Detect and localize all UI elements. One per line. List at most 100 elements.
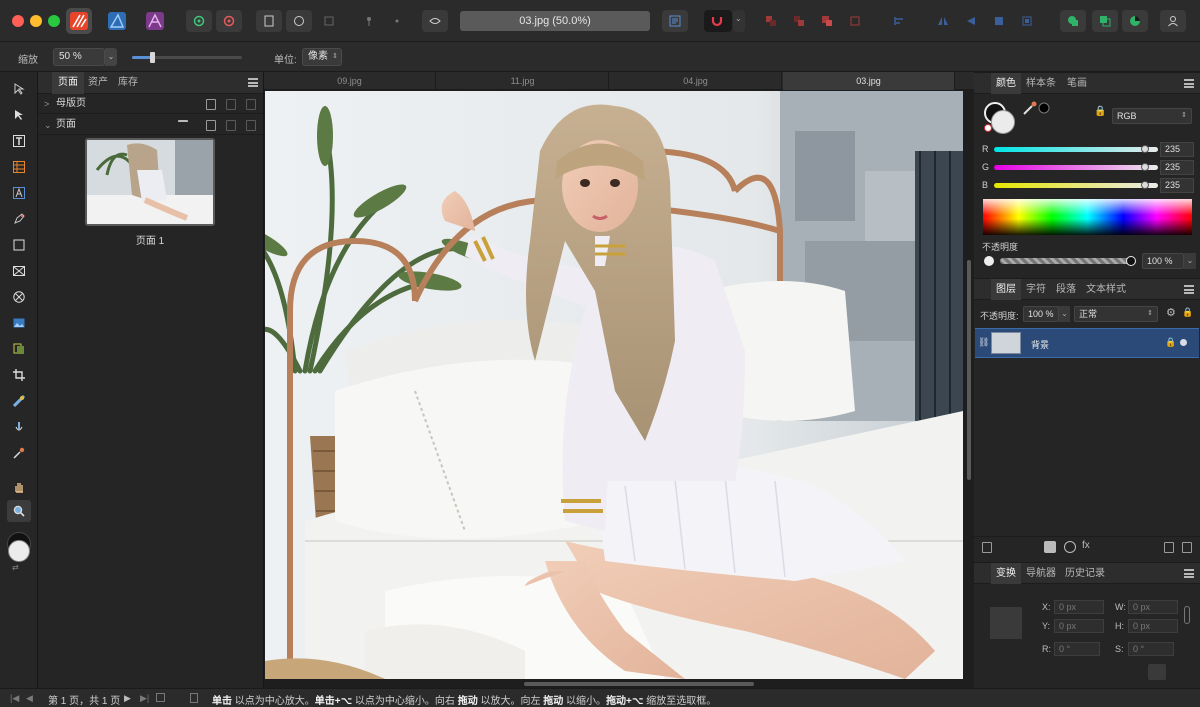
layers-options-icon[interactable] xyxy=(982,542,992,553)
channel-g-slider[interactable] xyxy=(994,165,1158,170)
channel-b-slider[interactable] xyxy=(994,183,1158,188)
lock-icon[interactable]: 🔒 xyxy=(1094,106,1106,117)
horizontal-scrollbar[interactable] xyxy=(524,682,754,686)
align-top-icon[interactable] xyxy=(178,120,188,131)
photo-canvas[interactable] xyxy=(265,91,963,679)
zoom-slider-knob[interactable] xyxy=(149,52,155,63)
tab-stroke[interactable]: 笔画 xyxy=(1062,73,1092,94)
node-tool[interactable] xyxy=(7,104,31,126)
zoom-slider[interactable] xyxy=(132,52,242,63)
tab-text-styles[interactable]: 文本样式 xyxy=(1081,279,1131,300)
tab-layers[interactable]: 图层 xyxy=(991,279,1021,300)
tab-assets[interactable]: 资产 xyxy=(82,72,114,94)
move-tool[interactable] xyxy=(7,78,31,100)
arrange-front-button[interactable] xyxy=(842,10,868,32)
frame-button[interactable] xyxy=(286,10,312,32)
page-view-icon[interactable] xyxy=(156,693,165,702)
boolean-subtract-button[interactable] xyxy=(1092,10,1118,32)
account-button[interactable] xyxy=(1160,10,1186,32)
trash-icon[interactable] xyxy=(246,99,256,110)
table-tool[interactable] xyxy=(7,156,31,178)
adjustment-icon[interactable] xyxy=(1064,541,1076,553)
text-frame-button[interactable] xyxy=(662,10,688,32)
doc-tab-04[interactable]: 04.jpg xyxy=(610,72,782,90)
channel-b-value[interactable]: 235 xyxy=(1160,178,1194,193)
arrange-back-button[interactable] xyxy=(758,10,784,32)
x-field[interactable]: 0 px xyxy=(1054,600,1104,614)
tab-pages[interactable]: 页面 xyxy=(52,72,84,94)
channel-r-slider[interactable] xyxy=(994,147,1158,152)
settings-gear-button[interactable] xyxy=(186,10,212,32)
flip-vertical-button[interactable] xyxy=(958,10,984,32)
arrange-forward-button[interactable] xyxy=(814,10,840,32)
color-opacity-field[interactable]: 100 % xyxy=(1142,253,1184,269)
tab-swatches[interactable]: 样本条 xyxy=(1021,73,1061,94)
add-master-icon[interactable] xyxy=(206,99,216,110)
vertical-scrollbar[interactable] xyxy=(967,260,971,480)
fx-icon[interactable]: fx xyxy=(1082,540,1090,551)
chevron-down-icon[interactable]: ⌄ xyxy=(44,115,52,135)
square-button[interactable] xyxy=(316,10,342,32)
panel-menu-icon[interactable] xyxy=(1184,79,1194,88)
place-image-tool[interactable] xyxy=(7,312,31,334)
eyedropper-icon[interactable] xyxy=(1022,100,1052,116)
tab-paragraph[interactable]: 段落 xyxy=(1051,279,1081,300)
blend-mode-select[interactable]: 正常 ⇕ xyxy=(1074,306,1158,322)
tab-stock[interactable]: 库存 xyxy=(112,72,144,94)
anchor-selector[interactable] xyxy=(990,607,1022,639)
shear-field[interactable]: 0 ° xyxy=(1128,642,1174,656)
chevron-down-icon[interactable]: ⌄ xyxy=(1184,253,1196,269)
fill-color-well[interactable] xyxy=(991,110,1015,134)
window-minimize-button[interactable] xyxy=(30,15,42,27)
layer-opacity-field[interactable]: 100 % xyxy=(1023,306,1059,322)
preview-mode-button[interactable] xyxy=(422,10,448,32)
chevron-right-icon[interactable]: > xyxy=(44,94,49,114)
zoom-field[interactable]: 50 % xyxy=(53,48,105,66)
tab-color[interactable]: 颜色 xyxy=(991,73,1021,94)
link-icon[interactable] xyxy=(1184,606,1190,624)
doc-tab-03[interactable]: 03.jpg xyxy=(783,72,955,90)
h-field[interactable]: 0 px xyxy=(1128,619,1178,633)
page-thumbnail[interactable] xyxy=(85,138,215,226)
canvas-area[interactable] xyxy=(264,90,974,688)
picture-frame-tool[interactable] xyxy=(7,260,31,282)
previous-page-icon[interactable]: ◀ xyxy=(26,693,36,703)
rotate-right-button[interactable] xyxy=(1014,10,1040,32)
fill-tool[interactable] xyxy=(7,338,31,360)
layer-lock-icon[interactable]: 🔒 xyxy=(1165,337,1176,348)
view-tool[interactable] xyxy=(7,476,31,498)
panel-menu-icon[interactable] xyxy=(1184,285,1194,294)
chevron-down-icon[interactable]: ⌄ xyxy=(1059,306,1070,322)
color-settings-button[interactable] xyxy=(216,10,242,32)
transparency-tool[interactable] xyxy=(7,390,31,412)
panel-menu-icon[interactable] xyxy=(1184,569,1194,578)
master-pages-row[interactable]: > 母版页 xyxy=(38,94,263,114)
channel-b-knob[interactable] xyxy=(1140,181,1149,189)
add-layer-icon[interactable] xyxy=(1164,542,1174,553)
publisher-persona-button[interactable] xyxy=(142,8,168,34)
unit-select[interactable]: 像素 ⇕ xyxy=(302,48,342,66)
window-maximize-button[interactable] xyxy=(48,15,60,27)
layer-visible-dot[interactable] xyxy=(1180,339,1187,346)
tab-navigator[interactable]: 导航器 xyxy=(1021,563,1061,584)
pages-row[interactable]: ⌄ 页面 xyxy=(38,115,263,135)
rectangle-tool[interactable] xyxy=(7,234,31,256)
channel-r-value[interactable]: 235 xyxy=(1160,142,1194,157)
channel-r-knob[interactable] xyxy=(1140,145,1149,153)
doc-tab-09[interactable]: 09.jpg xyxy=(264,72,436,90)
add-page-icon[interactable] xyxy=(206,120,216,131)
swap-colors-icon[interactable]: ⇄ xyxy=(12,563,19,572)
gear-icon[interactable]: ⚙ xyxy=(1166,306,1176,319)
tab-history[interactable]: 历史记录 xyxy=(1060,563,1110,584)
trash-icon[interactable] xyxy=(1182,542,1192,553)
document-icon[interactable] xyxy=(190,693,198,703)
dot-button[interactable] xyxy=(384,10,410,32)
snapping-button[interactable] xyxy=(704,10,732,32)
rotate-left-button[interactable] xyxy=(986,10,1012,32)
rotation-field[interactable]: 0 ° xyxy=(1054,642,1100,656)
fill-color-swatch[interactable] xyxy=(8,540,30,562)
designer-persona-button[interactable] xyxy=(104,8,130,34)
align-button[interactable] xyxy=(886,10,912,32)
panel-menu-icon[interactable] xyxy=(248,78,258,87)
next-page-icon[interactable]: ▶ xyxy=(124,693,134,703)
